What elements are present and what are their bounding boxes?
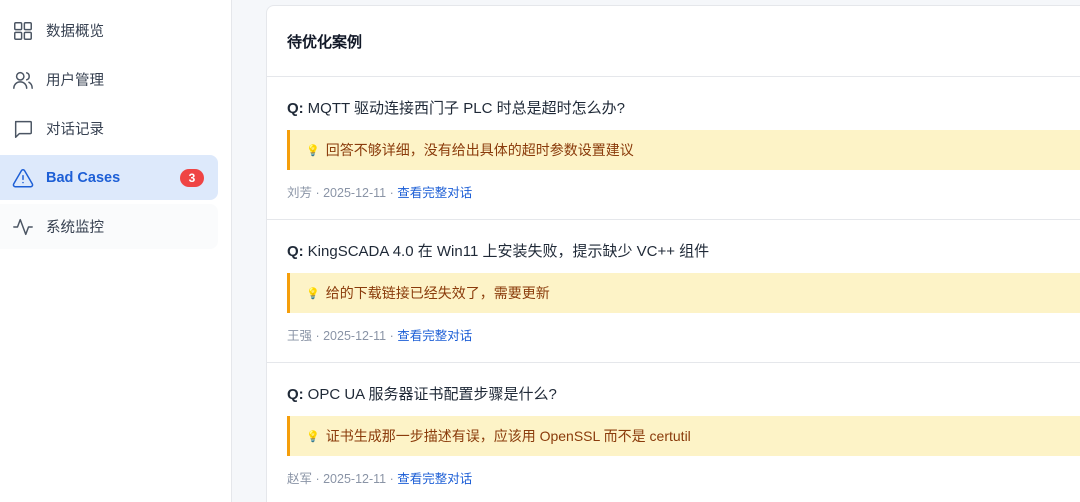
feedback-text: 给的下载链接已经失效了，需要更新 <box>325 285 550 301</box>
alert-triangle-icon <box>12 167 34 189</box>
grid-icon <box>12 20 34 42</box>
bad-cases-count-badge: 3 <box>180 168 204 187</box>
case-question: Q: OPC UA 服务器证书配置步骤是什么? <box>287 385 1080 405</box>
case-item: Q: MQTT 驱动连接西门子 PLC 时总是超时怎么办? 💡 回答不够详细，没有… <box>267 77 1080 220</box>
case-question: Q: MQTT 驱动连接西门子 PLC 时总是超时怎么办? <box>287 99 1080 119</box>
case-item: Q: OPC UA 服务器证书配置步骤是什么? 💡 证书生成那一步描述有误，应该用… <box>267 363 1080 502</box>
case-question: Q: KingSCADA 4.0 在 Win11 上安装失败，提示缺少 VC++ … <box>287 242 1080 262</box>
feedback-text: 证书生成那一步描述有误，应该用 OpenSSL 而不是 certutil <box>325 428 691 444</box>
view-conversation-link[interactable]: 查看完整对话 <box>397 472 472 486</box>
lightbulb-icon: 💡 <box>306 287 320 300</box>
case-feedback-note: 💡 回答不够详细，没有给出具体的超时参数设置建议 <box>287 130 1080 170</box>
sidebar-item-label: 系统监控 <box>46 220 104 236</box>
sidebar-item-label: 用户管理 <box>46 73 104 89</box>
sidebar-item-overview[interactable]: 数据概览 <box>0 8 218 53</box>
message-icon <box>12 118 34 140</box>
question-prefix: Q: <box>287 386 304 403</box>
question-prefix: Q: <box>287 243 304 260</box>
sidebar-item-label: Bad Cases <box>46 169 121 186</box>
case-meta: 刘芳 · 2025-12-11 · 查看完整对话 <box>287 182 1080 201</box>
case-item: Q: KingSCADA 4.0 在 Win11 上安装失败，提示缺少 VC++ … <box>267 220 1080 363</box>
case-feedback-note: 💡 给的下载链接已经失效了，需要更新 <box>287 273 1080 313</box>
question-text: OPC UA 服务器证书配置步骤是什么? <box>307 386 557 403</box>
users-icon <box>12 69 34 91</box>
bad-cases-card: 待优化案例 Q: MQTT 驱动连接西门子 PLC 时总是超时怎么办? 💡 回答不… <box>266 5 1080 502</box>
view-conversation-link[interactable]: 查看完整对话 <box>397 186 472 200</box>
main-content: 待优化案例 Q: MQTT 驱动连接西门子 PLC 时总是超时怎么办? 💡 回答不… <box>232 0 1080 502</box>
sidebar-item-label: 数据概览 <box>46 24 104 40</box>
feedback-text: 回答不够详细，没有给出具体的超时参数设置建议 <box>325 142 634 158</box>
case-meta: 赵军 · 2025-12-11 · 查看完整对话 <box>287 468 1080 487</box>
lightbulb-icon: 💡 <box>306 430 320 443</box>
case-feedback-note: 💡 证书生成那一步描述有误，应该用 OpenSSL 而不是 certutil <box>287 416 1080 456</box>
meta-author-date: 赵军 · 2025-12-11 · <box>287 472 398 486</box>
view-conversation-link[interactable]: 查看完整对话 <box>397 329 472 343</box>
activity-icon <box>12 216 34 238</box>
sidebar-item-conversations[interactable]: 对话记录 <box>0 106 218 151</box>
sidebar-item-monitoring[interactable]: 系统监控 <box>0 204 218 249</box>
app-root: 数据概览 用户管理 对话记录 Bad Cases 3 系统监控 待优化案例 Q:… <box>0 0 1080 502</box>
question-text: MQTT 驱动连接西门子 PLC 时总是超时怎么办? <box>307 100 625 117</box>
question-prefix: Q: <box>287 100 304 117</box>
sidebar-item-label: 对话记录 <box>46 122 104 138</box>
sidebar-item-users[interactable]: 用户管理 <box>0 57 218 102</box>
meta-author-date: 刘芳 · 2025-12-11 · <box>287 186 398 200</box>
case-meta: 王强 · 2025-12-11 · 查看完整对话 <box>287 325 1080 344</box>
meta-author-date: 王强 · 2025-12-11 · <box>287 329 398 343</box>
lightbulb-icon: 💡 <box>306 144 320 157</box>
sidebar-item-bad-cases[interactable]: Bad Cases 3 <box>0 155 218 200</box>
sidebar: 数据概览 用户管理 对话记录 Bad Cases 3 系统监控 <box>0 0 232 502</box>
question-text: KingSCADA 4.0 在 Win11 上安装失败，提示缺少 VC++ 组件 <box>307 243 710 260</box>
card-title: 待优化案例 <box>267 6 1080 77</box>
